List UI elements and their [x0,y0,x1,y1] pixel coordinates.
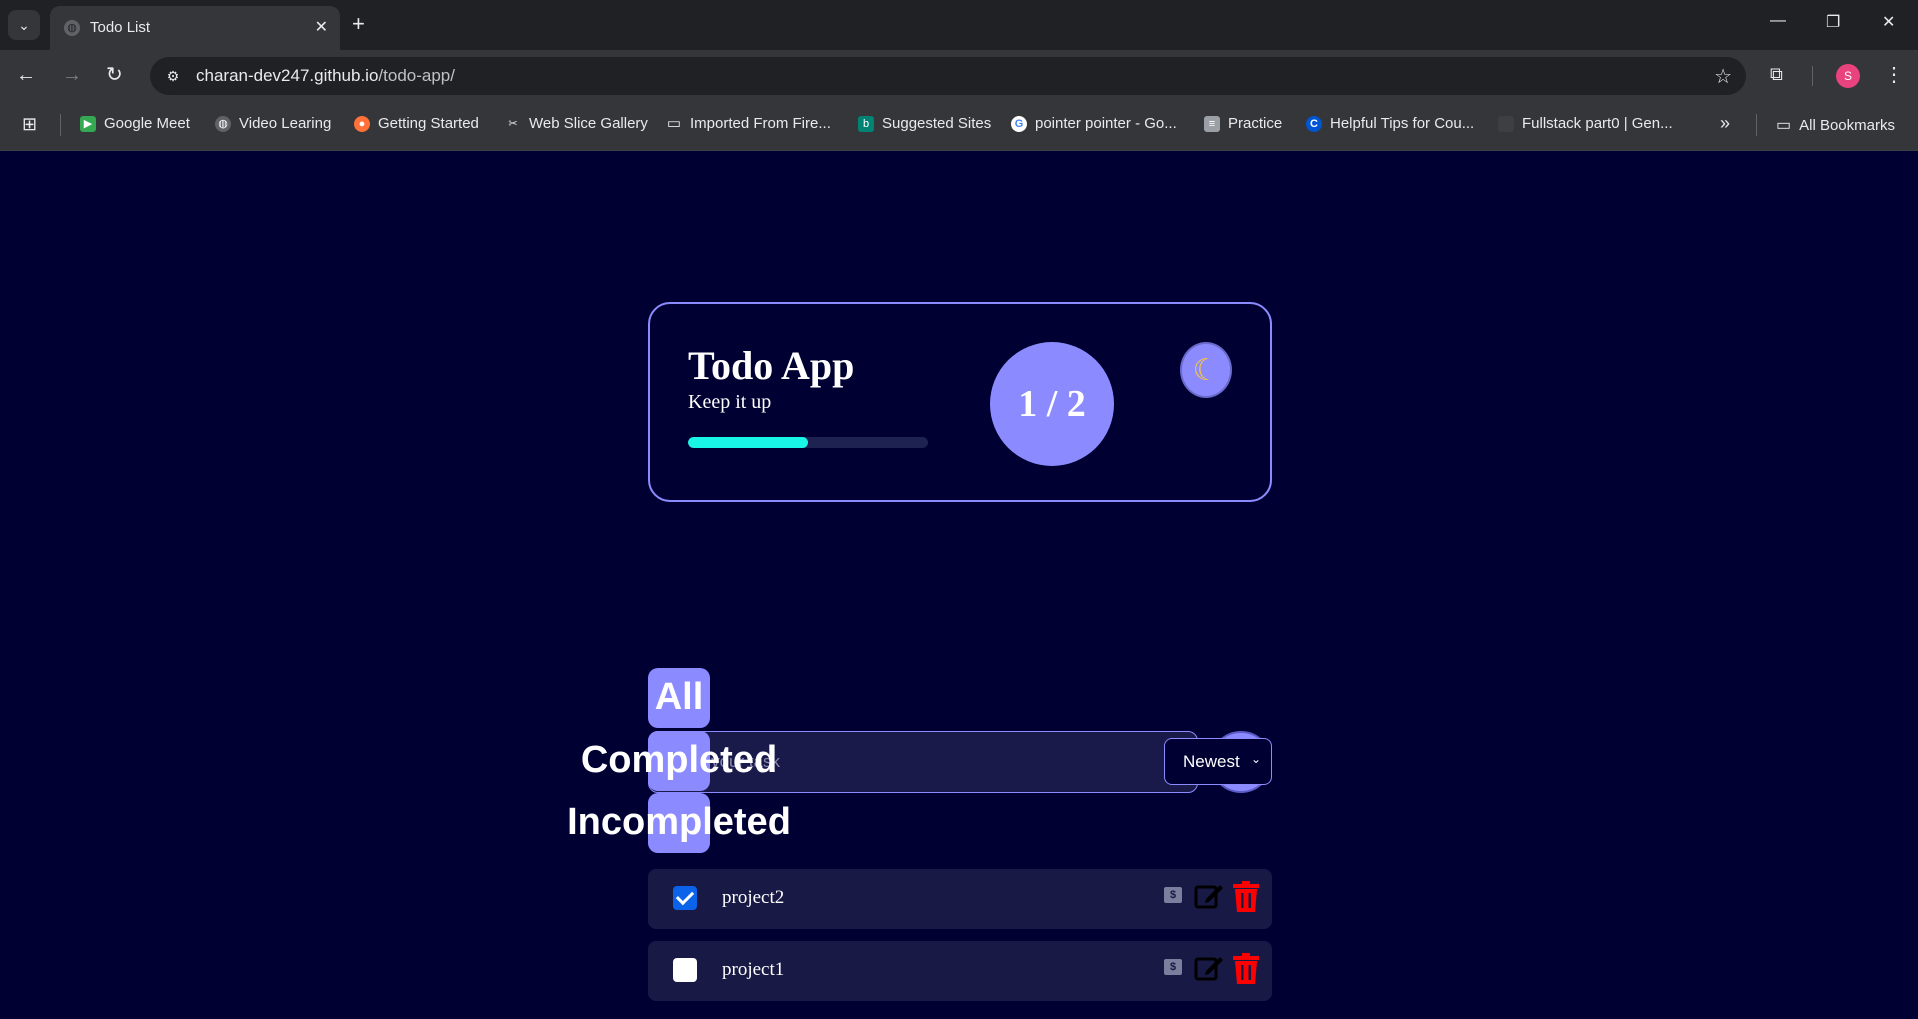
bookmark-label: Practice [1228,115,1283,132]
minimize-icon[interactable]: — [1770,12,1786,30]
coursera-icon: C [1306,115,1322,132]
chevron-down-icon: ⌄ [1250,752,1261,766]
bookmark-star-icon[interactable]: ☆ [1714,64,1732,89]
theme-toggle-button[interactable]: ☾ [1180,342,1232,398]
app-subtitle: Keep it up [688,391,772,413]
extensions-icon[interactable]: ⧉ [1770,64,1783,85]
bookmark-label: pointer pointer - Go... [1035,115,1177,132]
apps-grid-icon[interactable]: ⊞ [22,114,37,135]
filter-all-label[interactable]: All [600,676,758,719]
todo-text: project1 [722,959,785,980]
bookmark-label: Google Meet [104,115,190,132]
bookmark-web-slice-gallery[interactable]: ✂ Web Slice Gallery [505,115,648,132]
page-icon [1498,115,1514,132]
trash-icon[interactable] [1232,881,1260,913]
bookmarks-divider [60,114,61,136]
close-tab-icon[interactable]: ✕ [315,17,328,37]
browser-chrome: ⌄ ◍ Todo List ✕ + — ❐ ✕ ← → ↻ ⚙ charan-d… [0,0,1918,151]
bookmark-imported-from-firefox[interactable]: ▭ Imported From Fire... [666,115,831,132]
url-path: /todo-app/ [378,66,455,85]
back-icon[interactable]: ← [16,64,36,86]
todo-item: project1 $ [648,941,1272,1001]
filter-completed-label[interactable]: Completed [540,739,818,782]
todo-page: Todo App Keep it up 1 / 2 ☾ + All Comple… [0,151,1918,1019]
tab-strip: ⌄ ◍ Todo List ✕ + — ❐ ✕ [0,0,1918,50]
forward-icon[interactable]: → [62,64,82,86]
bookmark-label: Video Learing [239,115,332,132]
bookmark-label: Helpful Tips for Cou... [1330,115,1475,132]
todo-checkbox[interactable] [673,958,697,982]
reload-icon[interactable]: ↻ [106,64,123,86]
toolbar-divider [1812,66,1813,86]
bookmark-label: Getting Started [378,115,479,132]
money-icon[interactable]: $ [1164,887,1182,903]
new-tab-button[interactable]: + [352,12,365,36]
close-window-icon[interactable]: ✕ [1882,12,1895,32]
trash-icon[interactable] [1232,953,1260,985]
filter-incompleted-label[interactable]: Incompleted [520,801,838,844]
tab-title: Todo List [90,19,151,36]
bookmarks-bar: ⊞ ▶ Google Meet ◍ Video Learing ● Getting S… [0,100,1918,151]
progress-fill [688,437,808,448]
progress-bar [688,437,928,448]
web-slice-icon: ✂ [508,117,518,130]
tab-todo-list[interactable]: ◍ Todo List ✕ [50,6,340,50]
edit-icon[interactable] [1194,953,1224,983]
firefox-icon: ● [354,115,370,132]
hero-card: Todo App Keep it up 1 / 2 ☾ [648,302,1272,502]
sort-select[interactable]: Newest ⌄ [1164,738,1272,785]
folder-icon: ▭ [1776,117,1792,134]
bookmark-label: Fullstack part0 | Gen... [1522,115,1673,132]
bookmarks-divider [1756,114,1757,136]
bookmark-label: Imported From Fire... [690,115,831,132]
notepad-icon: ≡ [1204,115,1220,132]
all-bookmarks-label: All Bookmarks [1799,116,1895,134]
bookmark-google-meet[interactable]: ▶ Google Meet [80,115,190,132]
google-meet-icon: ▶ [80,115,96,132]
all-bookmarks-button[interactable]: ▭ All Bookmarks [1776,115,1895,135]
bing-icon: b [858,115,874,132]
bookmark-label: Web Slice Gallery [529,115,648,132]
bookmark-label: Suggested Sites [882,115,992,132]
bookmark-getting-started[interactable]: ● Getting Started [354,115,479,132]
bookmark-video-learing[interactable]: ◍ Video Learing [215,115,331,132]
app-title: Todo App [688,343,855,388]
bookmark-helpful-tips[interactable]: C Helpful Tips for Cou... [1306,115,1474,132]
bookmark-suggested-sites[interactable]: b Suggested Sites [858,115,991,132]
moon-icon: ☾ [1192,353,1220,387]
edit-icon[interactable] [1194,881,1224,911]
sort-selected-value: Newest [1183,751,1240,771]
url-text: charan-dev247.github.io/todo-app/ [196,66,455,86]
todo-text: project2 [722,887,785,908]
globe-icon: ◍ [215,115,231,132]
todo-item: project2 $ [648,869,1272,929]
google-icon: G [1011,115,1027,132]
address-bar[interactable]: ⚙ charan-dev247.github.io/todo-app/ ☆ [150,57,1746,95]
more-bookmarks-icon[interactable]: » [1720,113,1730,134]
bookmark-fullstack-part0[interactable]: Fullstack part0 | Gen... [1498,115,1673,132]
menu-icon[interactable]: ⋮ [1884,62,1904,87]
browser-toolbar: ← → ↻ ⚙ charan-dev247.github.io/todo-app… [0,50,1918,100]
money-icon[interactable]: $ [1164,959,1182,975]
task-counter: 1 / 2 [990,342,1114,466]
site-info-icon[interactable]: ⚙ [162,65,184,87]
profile-avatar[interactable]: S [1836,64,1860,88]
folder-icon: ▭ [666,114,682,132]
todo-checkbox[interactable] [673,886,697,910]
tab-search-button[interactable]: ⌄ [8,10,40,40]
url-host: charan-dev247.github.io [196,66,379,85]
restore-icon[interactable]: ❐ [1826,12,1840,32]
bookmark-pointer-pointer[interactable]: Gpointer pointer - Go... [1011,115,1177,132]
bookmark-practice[interactable]: ≡ Practice [1204,115,1282,132]
globe-icon: ◍ [64,20,80,36]
